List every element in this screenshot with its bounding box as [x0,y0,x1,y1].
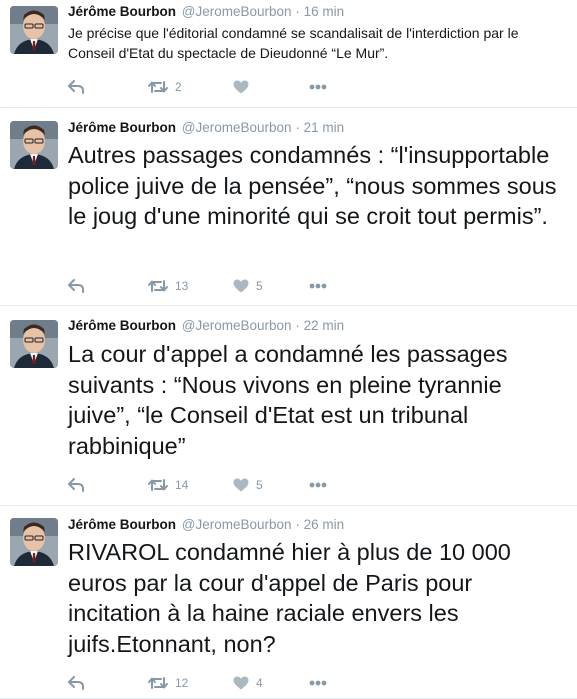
display-name[interactable]: Jérôme Bourbon [68,4,176,19]
reply-button[interactable] [68,276,84,296]
like-icon [233,279,249,293]
more-button[interactable] [309,77,327,97]
display-name[interactable]: Jérôme Bourbon [68,318,176,333]
retweet-button[interactable]: 14 [148,475,188,495]
timestamp[interactable]: 26 min [304,517,345,532]
more-icon [309,680,327,686]
like-count: 4 [256,676,263,690]
more-icon [309,283,327,289]
user-handle[interactable]: @JeromeBourbon [182,517,292,532]
like-count: 5 [256,279,263,293]
tweet-header: Jérôme Bourbon @JeromeBourbon · 21 min [68,120,344,135]
reply-button[interactable] [68,77,84,97]
reply-button[interactable] [68,475,84,495]
like-button[interactable] [233,77,256,97]
retweet-count: 13 [175,279,189,293]
tweet-actions: 14 5 [68,475,348,495]
more-button[interactable] [309,475,327,495]
display-name[interactable]: Jérôme Bourbon [68,120,176,135]
tweet-header: Jérôme Bourbon @JeromeBourbon · 16 min [68,4,344,19]
avatar[interactable] [10,121,58,169]
retweet-count: 2 [175,80,182,94]
tweet-actions: 2 [68,77,348,97]
separator-dot: · [295,318,300,333]
user-handle[interactable]: @JeromeBourbon [182,120,292,135]
tweet[interactable]: Jérôme Bourbon @JeromeBourbon · 16 min J… [0,0,577,108]
tweet-text: Autres passages condamnés : “l'insupport… [68,142,557,229]
like-icon [233,676,249,690]
retweet-button[interactable]: 2 [148,77,182,97]
reply-icon [68,676,84,690]
avatar[interactable] [10,518,58,566]
tweet-header: Jérôme Bourbon @JeromeBourbon · 22 min [68,318,344,333]
reply-icon [68,478,84,492]
retweet-icon [148,478,168,492]
like-button[interactable]: 5 [233,475,263,495]
tweet-text: Je précise que l'éditorial condamné se s… [68,25,519,61]
display-name[interactable]: Jérôme Bourbon [68,517,176,532]
timestamp[interactable]: 22 min [304,318,345,333]
separator-dot: · [295,517,300,532]
timestamp[interactable]: 16 min [304,4,345,19]
like-count: 5 [256,478,263,492]
more-button[interactable] [309,673,327,693]
retweet-icon [148,279,168,293]
user-handle[interactable]: @JeromeBourbon [182,318,292,333]
tweet[interactable]: Jérôme Bourbon @JeromeBourbon · 26 min R… [0,506,577,699]
tweet-header: Jérôme Bourbon @JeromeBourbon · 26 min [68,517,344,532]
reply-button[interactable] [68,673,84,693]
retweet-count: 14 [175,478,189,492]
more-button[interactable] [309,276,327,296]
reply-icon [68,279,84,293]
retweet-icon [148,80,168,94]
tweet-text: La cour d'appel a condamné les passages … [68,341,508,459]
more-icon [309,482,327,488]
retweet-button[interactable]: 12 [148,673,188,693]
like-icon [233,478,249,492]
avatar[interactable] [10,6,58,54]
tweet-text: RIVAROL condamné hier à plus de 10 000 e… [68,539,511,657]
tweet-actions: 13 5 [68,276,348,296]
separator-dot: · [295,120,300,135]
avatar[interactable] [10,320,58,368]
timestamp[interactable]: 21 min [304,120,345,135]
retweet-icon [148,676,168,690]
tweet-actions: 12 4 [68,673,348,693]
retweet-button[interactable]: 13 [148,276,188,296]
reply-icon [68,80,84,94]
separator-dot: · [295,4,300,19]
user-handle[interactable]: @JeromeBourbon [182,4,292,19]
tweet[interactable]: Jérôme Bourbon @JeromeBourbon · 21 min A… [0,108,577,306]
more-icon [309,84,327,90]
tweet[interactable]: Jérôme Bourbon @JeromeBourbon · 22 min L… [0,306,577,506]
like-icon [233,80,249,94]
retweet-count: 12 [175,676,189,690]
like-button[interactable]: 5 [233,276,263,296]
like-button[interactable]: 4 [233,673,263,693]
